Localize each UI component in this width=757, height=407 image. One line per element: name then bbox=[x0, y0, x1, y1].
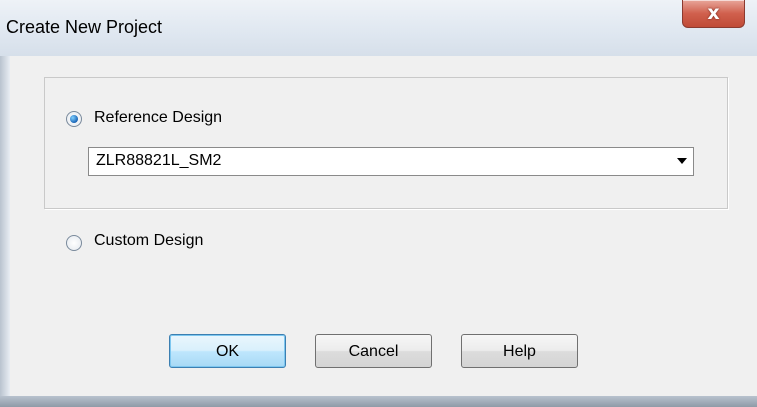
reference-design-dropdown[interactable]: ZLR88821L_SM2 bbox=[88, 147, 694, 176]
window-title: Create New Project bbox=[6, 17, 163, 37]
custom-design-radio[interactable] bbox=[66, 235, 82, 251]
help-button[interactable]: Help bbox=[461, 334, 578, 368]
window-bottom-border bbox=[0, 396, 757, 407]
dropdown-value: ZLR88821L_SM2 bbox=[96, 152, 222, 169]
title-bar[interactable]: Create New Project x bbox=[0, 0, 757, 56]
cancel-button[interactable]: Cancel bbox=[315, 334, 432, 368]
reference-design-label[interactable]: Reference Design bbox=[94, 109, 222, 127]
close-icon: x bbox=[707, 2, 720, 24]
custom-design-label[interactable]: Custom Design bbox=[94, 232, 203, 250]
close-button[interactable]: x bbox=[682, 0, 745, 28]
reference-design-radio[interactable] bbox=[66, 111, 82, 127]
window-left-border bbox=[0, 56, 10, 396]
ok-button[interactable]: OK bbox=[169, 334, 286, 368]
chevron-down-icon[interactable] bbox=[677, 158, 687, 164]
reference-design-group bbox=[44, 77, 728, 209]
create-project-dialog: Create New Project x Reference Design ZL… bbox=[0, 0, 757, 407]
